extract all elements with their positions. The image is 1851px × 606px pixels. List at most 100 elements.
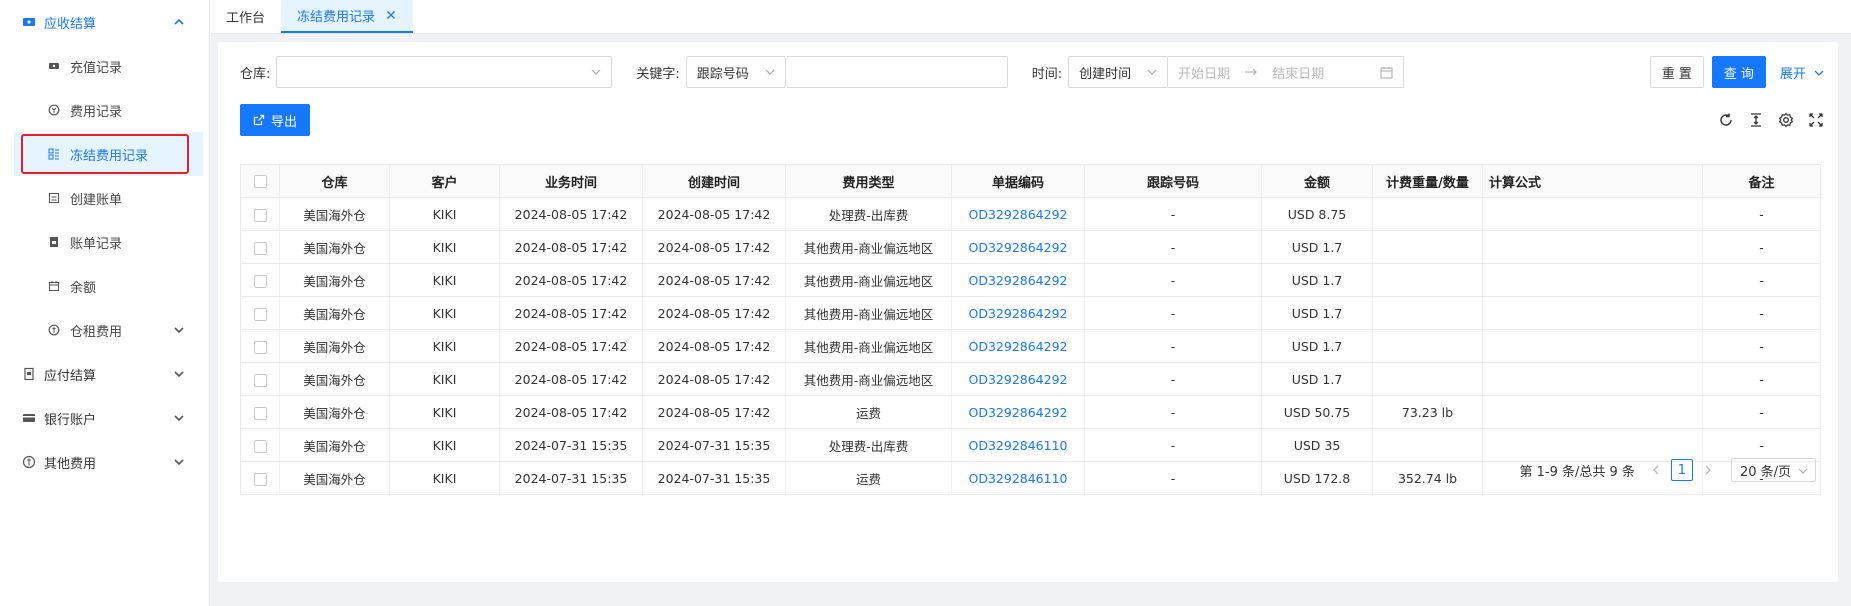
row-checkbox-cell[interactable] bbox=[240, 296, 280, 330]
row-checkbox[interactable] bbox=[253, 472, 267, 486]
table-cell: 2024-08-05 17:42 bbox=[642, 197, 786, 231]
table-cell: 处理费-出库费 bbox=[785, 428, 952, 462]
close-icon[interactable] bbox=[385, 9, 397, 21]
prev-page-icon[interactable] bbox=[1645, 459, 1667, 481]
sidebar-group-receivable[interactable]: 应收结算 bbox=[0, 0, 209, 44]
column-header[interactable]: 跟踪号码 bbox=[1084, 164, 1262, 198]
sidebar-item-frozen-fees[interactable]: 冻结费用记录 bbox=[14, 132, 203, 176]
column-header[interactable]: 计费重量/数量 bbox=[1372, 164, 1483, 198]
sidebar-group-bank-accounts[interactable]: 银行账户 bbox=[0, 396, 209, 440]
date-range-picker[interactable]: 开始日期 结束日期 bbox=[1168, 56, 1405, 88]
table-cell: 2024-08-05 17:42 bbox=[642, 395, 786, 429]
sidebar-item-create-bill[interactable]: 创建账单 bbox=[0, 176, 209, 220]
search-button[interactable]: 查 询 bbox=[1711, 56, 1766, 88]
document-code-link[interactable]: OD3292864292 bbox=[951, 230, 1085, 264]
row-checkbox[interactable] bbox=[253, 406, 267, 420]
select-all-checkbox-cell[interactable] bbox=[240, 164, 280, 198]
row-checkbox[interactable] bbox=[253, 340, 267, 354]
table-cell bbox=[1482, 296, 1703, 330]
keyword-input[interactable] bbox=[785, 56, 1008, 88]
tab-frozen-fees[interactable]: 冻结费用记录 bbox=[281, 0, 414, 33]
select-all-checkbox[interactable] bbox=[253, 174, 267, 188]
column-header[interactable]: 金额 bbox=[1261, 164, 1373, 198]
reload-icon[interactable] bbox=[1718, 112, 1734, 128]
column-header[interactable]: 业务时间 bbox=[499, 164, 643, 198]
document-code-link[interactable]: OD3292864292 bbox=[951, 362, 1085, 396]
row-checkbox[interactable] bbox=[253, 241, 267, 255]
current-page[interactable]: 1 bbox=[1670, 459, 1693, 481]
row-checkbox-cell[interactable] bbox=[240, 461, 280, 495]
sidebar-group-payable[interactable]: 应付结算 bbox=[0, 352, 209, 396]
table-cell: 美国海外仓 bbox=[279, 362, 390, 396]
reset-button[interactable]: 重 置 bbox=[1649, 56, 1704, 88]
keyword-type-select[interactable]: 跟踪号码 bbox=[685, 56, 786, 88]
row-checkbox-cell[interactable] bbox=[240, 197, 280, 231]
document-code-link[interactable]: OD3292846110 bbox=[951, 461, 1085, 495]
table-cell: 2024-07-31 15:35 bbox=[499, 461, 643, 495]
table-row[interactable]: 美国海外仓 KIKI 2024-08-05 17:42 2024-08-05 17:4… bbox=[240, 395, 1821, 429]
document-code-link[interactable]: OD3292864292 bbox=[951, 296, 1085, 330]
column-header[interactable]: 备注 bbox=[1702, 164, 1821, 198]
column-header[interactable]: 仓库 bbox=[279, 164, 390, 198]
document-code-link[interactable]: OD3292864292 bbox=[951, 197, 1085, 231]
row-checkbox[interactable] bbox=[253, 307, 267, 321]
column-height-icon[interactable] bbox=[1748, 112, 1764, 128]
sidebar-item-storage-fees[interactable]: 仓租费用 bbox=[0, 308, 209, 352]
document-code-link[interactable]: OD3292864292 bbox=[951, 329, 1085, 363]
frozen-fees-table: 仓库 客户 业务时间 创建时间 费用类型 单据编码 跟踪号码 金额 计费重量/数… bbox=[240, 164, 1821, 495]
end-date-placeholder[interactable]: 结束日期 bbox=[1272, 63, 1324, 82]
table-cell: KIKI bbox=[389, 296, 500, 330]
row-checkbox[interactable] bbox=[253, 373, 267, 387]
column-header[interactable]: 计算公式 bbox=[1482, 164, 1703, 198]
start-date-placeholder[interactable]: 开始日期 bbox=[1178, 63, 1230, 82]
table-row[interactable]: 美国海外仓 KIKI 2024-08-05 17:42 2024-08-05 17:4… bbox=[240, 263, 1821, 297]
table-row[interactable]: 美国海外仓 KIKI 2024-08-05 17:42 2024-08-05 17:4… bbox=[240, 362, 1821, 396]
expand-link[interactable]: 展开 bbox=[1780, 63, 1824, 82]
sidebar-group-other-fees[interactable]: 其他费用 bbox=[0, 440, 209, 484]
document-code-link[interactable]: OD3292846110 bbox=[951, 428, 1085, 462]
chevron-down-icon bbox=[174, 415, 184, 422]
row-checkbox-cell[interactable] bbox=[240, 395, 280, 429]
table-row[interactable]: 美国海外仓 KIKI 2024-08-05 17:42 2024-08-05 17:4… bbox=[240, 197, 1821, 231]
row-checkbox[interactable] bbox=[253, 274, 267, 288]
row-checkbox[interactable] bbox=[253, 208, 267, 222]
table-cell: USD 1.7 bbox=[1261, 362, 1373, 396]
table-row[interactable]: 美国海外仓 KIKI 2024-08-05 17:42 2024-08-05 17:4… bbox=[240, 329, 1821, 363]
column-header[interactable]: 创建时间 bbox=[642, 164, 786, 198]
row-checkbox[interactable] bbox=[253, 439, 267, 453]
document-code-link[interactable]: OD3292864292 bbox=[951, 395, 1085, 429]
sidebar-item-bill-records[interactable]: 账单记录 bbox=[0, 220, 209, 264]
chevron-down-icon[interactable] bbox=[173, 324, 185, 336]
page-size-select[interactable]: 20 条/页 bbox=[1730, 458, 1816, 482]
fullscreen-icon[interactable] bbox=[1808, 112, 1824, 128]
column-header[interactable]: 客户 bbox=[389, 164, 500, 198]
table-row[interactable]: 美国海外仓 KIKI 2024-08-05 17:42 2024-08-05 17:4… bbox=[240, 296, 1821, 330]
ticket-icon bbox=[22, 15, 36, 29]
row-checkbox-cell[interactable] bbox=[240, 362, 280, 396]
warehouse-select[interactable] bbox=[276, 56, 613, 88]
gear-icon[interactable] bbox=[1778, 112, 1794, 128]
table-cell: USD 1.7 bbox=[1261, 296, 1373, 330]
table-cell: 处理费-出库费 bbox=[785, 197, 952, 231]
export-button[interactable]: 导出 bbox=[240, 104, 310, 136]
sidebar-item-recharge[interactable]: 充值记录 bbox=[0, 44, 209, 88]
next-page-icon[interactable] bbox=[1697, 459, 1719, 481]
expand-label: 展开 bbox=[1779, 66, 1806, 82]
table-row[interactable]: 美国海外仓 KIKI 2024-08-05 17:42 2024-08-05 17:4… bbox=[240, 230, 1821, 264]
sidebar-item-balance[interactable]: 余额 bbox=[0, 264, 209, 308]
tab-workbench[interactable]: 工作台 bbox=[210, 0, 281, 33]
row-checkbox-cell[interactable] bbox=[240, 263, 280, 297]
row-checkbox-cell[interactable] bbox=[240, 428, 280, 462]
column-header[interactable]: 费用类型 bbox=[785, 164, 952, 198]
time-type-select[interactable]: 创建时间 bbox=[1068, 56, 1169, 88]
sidebar-item-fee-records[interactable]: 费用记录 bbox=[0, 88, 209, 132]
document-code-link[interactable]: OD3292864292 bbox=[951, 263, 1085, 297]
table-row[interactable]: 美国海外仓 KIKI 2024-07-31 15:35 2024-07-31 15:3… bbox=[240, 428, 1821, 462]
bill-record-icon bbox=[48, 236, 60, 248]
table-cell: 2024-08-05 17:42 bbox=[499, 263, 643, 297]
row-checkbox-cell[interactable] bbox=[240, 230, 280, 264]
table-cell: - bbox=[1702, 428, 1821, 462]
row-checkbox-cell[interactable] bbox=[240, 329, 280, 363]
table-cell: 其他费用-商业偏远地区 bbox=[785, 362, 952, 396]
column-header[interactable]: 单据编码 bbox=[951, 164, 1085, 198]
